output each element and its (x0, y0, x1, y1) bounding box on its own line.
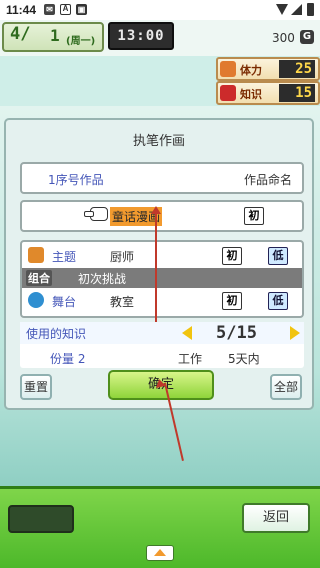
increase-arrow-icon[interactable] (290, 326, 300, 340)
book-icon (220, 85, 236, 101)
knowledge-row: 使用的知识 5/15 (20, 322, 304, 344)
money-amount: 300 (272, 31, 295, 45)
pointing-hand-icon (84, 207, 108, 221)
combo-value: 初次挑战 (78, 272, 127, 286)
stage-label: 舞台 (52, 295, 77, 309)
stage-level-badge: 初 (222, 292, 242, 310)
stat-knowledge-value: 15 (279, 84, 315, 102)
theme-icon (28, 247, 44, 263)
create-work-panel: 执笔作画 1序号作品 作品命名 童话漫画 初 主题 厨师 初 低 组合 初次挑战… (4, 118, 314, 410)
stat-stamina-value: 25 (279, 60, 315, 78)
stage-row[interactable]: 舞台 教室 初 低 (22, 289, 302, 313)
amount-label: 份量 2 (50, 352, 86, 366)
stat-knowledge-label: 知识 (240, 88, 262, 101)
reset-button[interactable]: 重置 (20, 374, 52, 400)
status-bar: 11:44 ✉ A ▣ (0, 0, 320, 20)
tray-icon: ▣ (76, 4, 87, 15)
week-number: 4/ (10, 24, 31, 44)
combination-box: 主题 厨师 初 低 组合 初次挑战 舞台 教室 初 低 (20, 240, 304, 318)
back-button[interactable]: 返回 (242, 503, 310, 533)
theme-value: 厨师 (110, 250, 135, 264)
game-clock: 13:00 (108, 22, 174, 50)
weekday-label: (周一) (66, 36, 96, 47)
status-time: 11:44 (6, 3, 37, 17)
notification-icon: ✉ (44, 4, 55, 15)
annotation-arrow-line (155, 212, 157, 322)
genre-level-badge: 初 (244, 207, 264, 225)
empty-slot (8, 505, 74, 533)
expand-up-icon[interactable] (146, 545, 174, 561)
stage-value: 教室 (110, 295, 135, 309)
stamina-icon (220, 61, 236, 77)
name-work-button[interactable]: 作品命名 (244, 171, 292, 188)
day-number: 1 (50, 26, 60, 45)
stat-stamina: 体力 25 (216, 57, 320, 81)
amount-row: 份量 2 工作 5天内 (20, 346, 304, 368)
work-label: 工作 (178, 352, 203, 366)
decrease-arrow-icon[interactable] (182, 326, 192, 340)
all-button[interactable]: 全部 (270, 374, 302, 400)
signal-icon (291, 4, 302, 15)
wifi-icon (276, 4, 288, 15)
currency-icon: G (300, 30, 314, 44)
globe-icon (28, 292, 44, 308)
a-icon: A (60, 4, 71, 15)
knowledge-count: 5/15 (216, 323, 257, 343)
panel-title: 执笔作画 (132, 134, 185, 149)
theme-row[interactable]: 主题 厨师 初 低 (22, 244, 302, 268)
work-days: 5天内 (228, 352, 260, 366)
knowledge-box: 使用的知识 5/15 份量 2 工作 5天内 (20, 322, 304, 368)
work-title-row[interactable]: 1序号作品 作品命名 (20, 162, 304, 194)
combo-tag: 组合 (26, 270, 52, 286)
work-number: 1序号作品 (48, 173, 104, 187)
theme-label: 主题 (52, 250, 77, 264)
bottom-bar: 返回 (0, 486, 320, 568)
theme-rank-badge: 低 (268, 247, 288, 265)
theme-level-badge: 初 (222, 247, 242, 265)
annotation-arrowhead (151, 206, 161, 214)
stat-stamina-label: 体力 (240, 64, 262, 77)
battery-icon (307, 3, 314, 16)
stat-knowledge: 知识 15 (216, 81, 320, 105)
genre-row[interactable]: 童话漫画 初 (20, 200, 304, 232)
combo-row: 组合 初次挑战 (22, 268, 302, 288)
knowledge-label: 使用的知识 (26, 327, 87, 341)
stage-rank-badge: 低 (268, 292, 288, 310)
